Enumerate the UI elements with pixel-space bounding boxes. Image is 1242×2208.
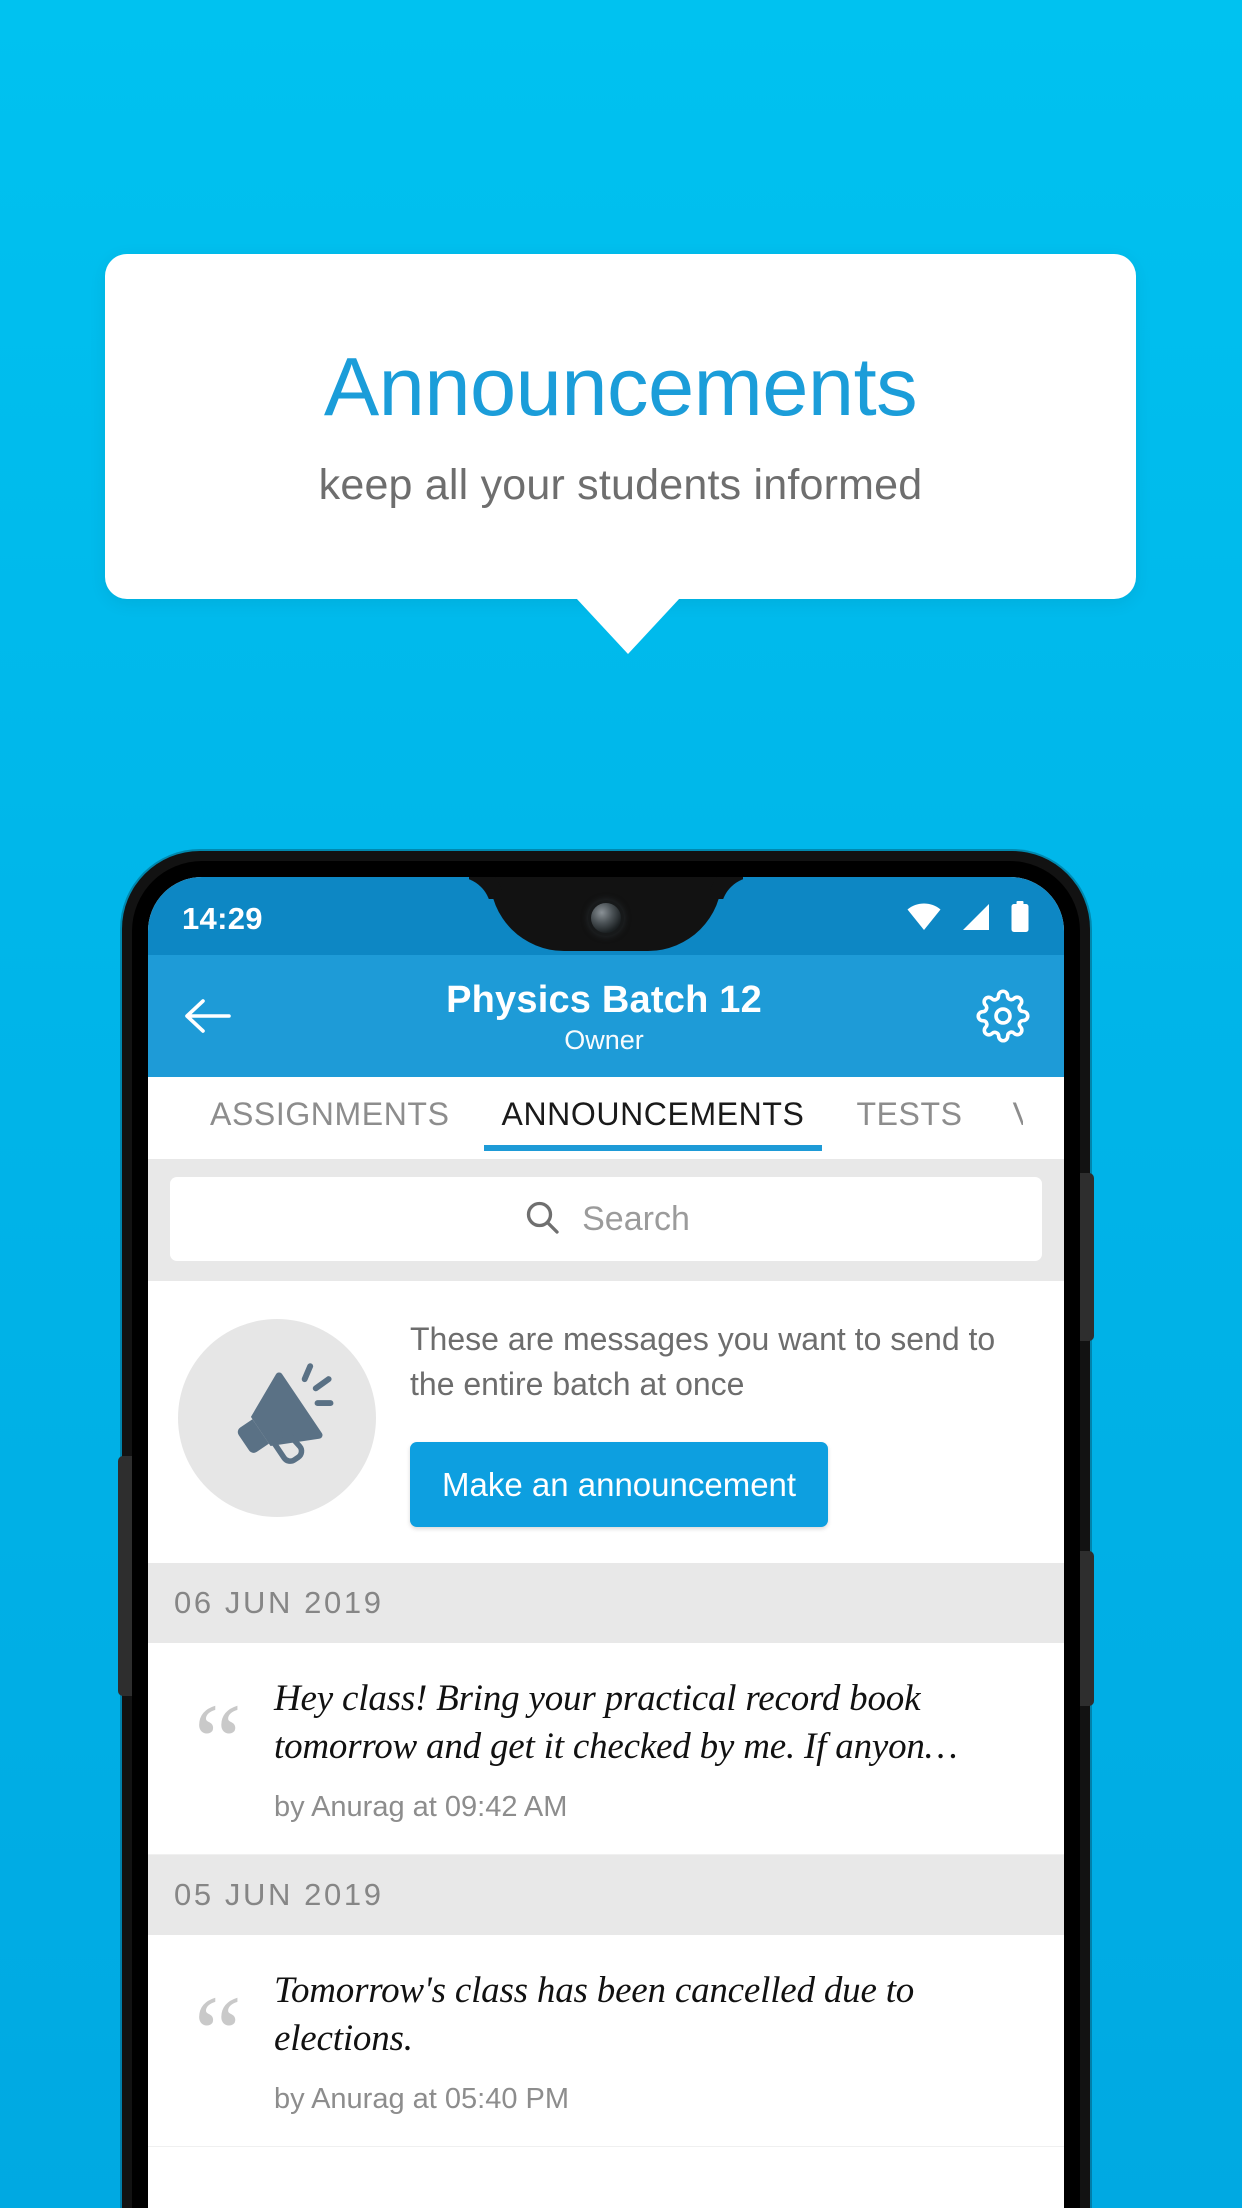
search-input[interactable]: Search [170, 1177, 1042, 1261]
announcement-text: Tomorrow's class has been cancelled due … [274, 1970, 915, 2060]
status-bar: 14:29 [148, 877, 1064, 955]
battery-icon [1010, 900, 1030, 938]
phone-right-volume-button[interactable] [1080, 1551, 1094, 1706]
announcement-meta: by Anurag at 09:42 AM [274, 1791, 568, 1824]
page-title: Physics Batch 12 [446, 978, 762, 1021]
megaphone-icon-container [178, 1319, 376, 1517]
quote-mark-icon: “ [194, 1975, 242, 2095]
tab-assignments[interactable]: ASSIGNMENTS [184, 1077, 476, 1151]
promo-subtitle: keep all your students informed [318, 460, 923, 509]
app-bar: Physics Batch 12 Owner [148, 955, 1064, 1077]
promo-title: Announcements [323, 340, 918, 434]
search-placeholder: Search [582, 1199, 690, 1238]
gear-icon[interactable] [974, 987, 1032, 1045]
phone-left-volume-button[interactable] [118, 1456, 132, 1696]
date-header: 06 JUN 2019 [148, 1562, 1064, 1643]
make-announcement-button[interactable]: Make an announcement [410, 1441, 829, 1527]
megaphone-icon [218, 1357, 336, 1480]
date-header: 05 JUN 2019 [148, 1855, 1064, 1936]
promo-page: Announcements keep all your students inf… [0, 0, 1242, 2208]
phone-device: 14:29 Physics Batch 12 Owner ASSIGNMENTS… [118, 851, 1094, 2208]
promo-card: Announcements keep all your students inf… [105, 254, 1136, 599]
announcement-list-item[interactable]: “ Tomorrow's class has been cancelled du… [148, 1935, 1064, 2148]
announcement-text: Hey class! Bring your practical record b… [274, 1677, 958, 1767]
tab-bar: ASSIGNMENTS ANNOUNCEMENTS TESTS V [148, 1077, 1064, 1159]
front-camera-icon [591, 903, 621, 933]
status-bar-icons [906, 900, 1030, 938]
phone-notch [490, 877, 722, 951]
phone-power-button[interactable] [1080, 1173, 1094, 1341]
tab-announcements[interactable]: ANNOUNCEMENTS [476, 1077, 831, 1151]
phone-screen: 14:29 Physics Batch 12 Owner ASSIGNMENTS… [148, 877, 1064, 2208]
app-bar-titles: Physics Batch 12 Owner [234, 978, 974, 1056]
announcement-meta: by Anurag at 05:40 PM [274, 2083, 570, 2116]
announcement-intro-description: These are messages you want to send to t… [410, 1321, 996, 1403]
cellular-signal-icon [961, 903, 991, 936]
status-bar-time: 14:29 [182, 901, 263, 936]
wifi-icon [906, 903, 942, 936]
back-arrow-icon[interactable] [180, 989, 234, 1043]
search-zone: Search [148, 1159, 1064, 1281]
announcement-body: Hey class! Bring your practical record b… [274, 1673, 1038, 1824]
tab-overflow-partial[interactable]: V [989, 1077, 1023, 1151]
tab-tests[interactable]: TESTS [830, 1077, 988, 1151]
page-subtitle: Owner [564, 1025, 644, 1056]
announcement-intro-content: These are messages you want to send to t… [410, 1313, 1034, 1527]
announcement-intro-panel: These are messages you want to send to t… [148, 1281, 1064, 1563]
announcement-list-item[interactable]: “ Hey class! Bring your practical record… [148, 1642, 1064, 1856]
quote-mark-icon: “ [194, 1682, 242, 1802]
announcement-body: Tomorrow's class has been cancelled due … [274, 1965, 1038, 2116]
promo-card-tail [576, 598, 680, 654]
search-icon [522, 1197, 562, 1242]
